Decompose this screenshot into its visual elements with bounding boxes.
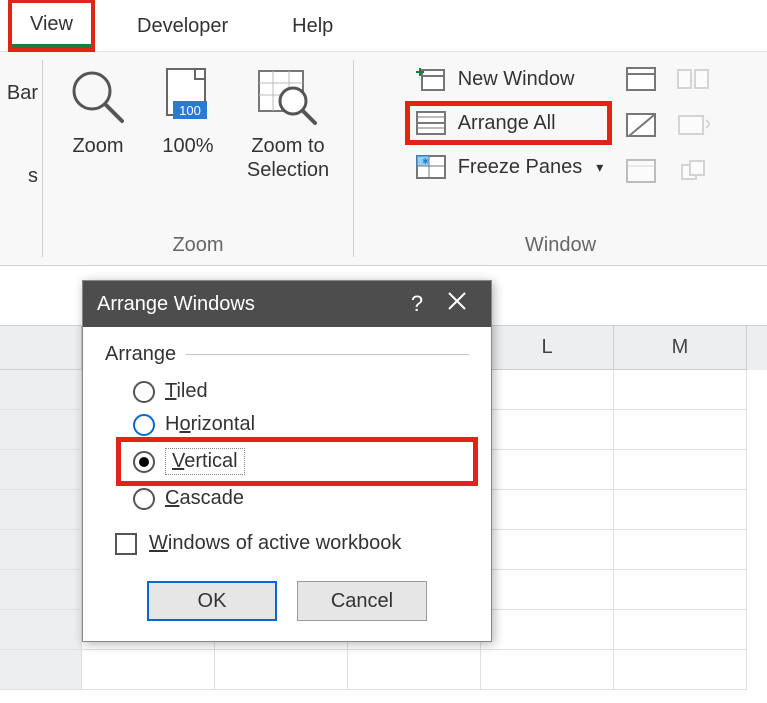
group-show-partial: Bar s bbox=[0, 52, 42, 265]
close-icon bbox=[447, 291, 467, 311]
view-side-by-side-button[interactable] bbox=[675, 62, 711, 96]
window-icons-col2 bbox=[667, 58, 719, 192]
freeze-panes-icon: ✱ bbox=[414, 152, 448, 182]
tab-help[interactable]: Help bbox=[274, 5, 351, 46]
headings-label-partial: s bbox=[28, 165, 38, 188]
unhide-button[interactable] bbox=[623, 154, 659, 188]
formula-bar-label-partial: Bar bbox=[7, 82, 38, 105]
svg-text:100: 100 bbox=[179, 103, 201, 118]
arrange-all-icon bbox=[414, 108, 448, 138]
radio-vertical[interactable]: Vertical bbox=[125, 446, 469, 477]
tab-view[interactable]: View bbox=[12, 3, 91, 48]
close-button[interactable] bbox=[437, 291, 477, 317]
zoom-100-button[interactable]: 100 100% bbox=[143, 58, 233, 162]
arrange-windows-dialog: Arrange Windows ? Arrange Tiled HHorizon… bbox=[82, 280, 492, 642]
page-100-icon: 100 bbox=[159, 62, 217, 132]
column-header[interactable]: L bbox=[481, 326, 614, 370]
zoom-to-selection-button[interactable]: Zoom to Selection bbox=[233, 58, 343, 186]
sheet-magnifier-icon bbox=[255, 62, 321, 132]
svg-text:✱: ✱ bbox=[422, 157, 429, 166]
help-button[interactable]: ? bbox=[397, 291, 437, 317]
group-label-window: Window bbox=[525, 234, 596, 261]
chevron-down-icon: ▾ bbox=[592, 159, 603, 176]
radio-cascade[interactable]: Cascade bbox=[133, 487, 469, 510]
cancel-button[interactable]: Cancel bbox=[297, 581, 427, 621]
arrange-label: Arrange bbox=[105, 343, 469, 366]
window-icons-col1 bbox=[615, 58, 667, 192]
magnifier-icon bbox=[66, 62, 130, 132]
column-header[interactable]: M bbox=[614, 326, 747, 370]
group-zoom: Zoom 100 100% bbox=[43, 52, 353, 265]
radio-tiled[interactable]: Tiled bbox=[133, 380, 469, 403]
split-button[interactable] bbox=[623, 62, 659, 96]
ok-button[interactable]: OK bbox=[147, 581, 277, 621]
group-label-zoom: Zoom bbox=[172, 234, 223, 261]
sync-scroll-button[interactable] bbox=[675, 108, 711, 142]
arrange-all-button[interactable]: Arrange All bbox=[408, 104, 610, 142]
hide-button[interactable] bbox=[623, 108, 659, 142]
group-window: New Window Arrange All bbox=[354, 52, 767, 265]
new-window-icon bbox=[414, 64, 448, 94]
tab-developer[interactable]: Developer bbox=[119, 5, 246, 46]
dialog-title: Arrange Windows bbox=[97, 293, 397, 316]
zoom-button[interactable]: Zoom bbox=[53, 58, 143, 162]
checkbox-windows-active-workbook[interactable]: Windows of active workbook bbox=[115, 532, 469, 555]
reset-window-button[interactable] bbox=[675, 154, 711, 188]
new-window-button[interactable]: New Window bbox=[408, 60, 610, 98]
freeze-panes-button[interactable]: ✱ Freeze Panes ▾ bbox=[408, 148, 610, 186]
radio-horizontal[interactable]: HHorizontal bbox=[133, 413, 469, 436]
